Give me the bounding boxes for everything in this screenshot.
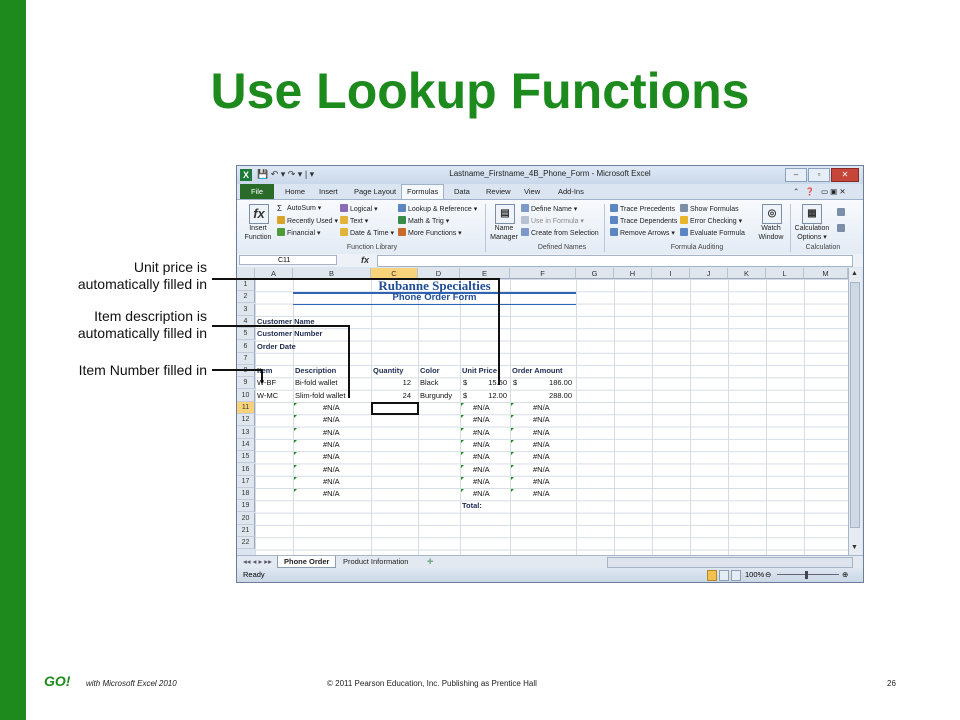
page-number: 26 [887, 679, 896, 688]
footer-copyright: © 2011 Pearson Education, Inc. Publishin… [327, 679, 537, 688]
go-logo: GO! [44, 673, 71, 689]
item-number-arrow [212, 369, 263, 383]
item-description-arrow [212, 325, 350, 398]
callout-arrows [212, 278, 500, 398]
footer-product: with Microsoft Excel 2010 [86, 679, 177, 688]
